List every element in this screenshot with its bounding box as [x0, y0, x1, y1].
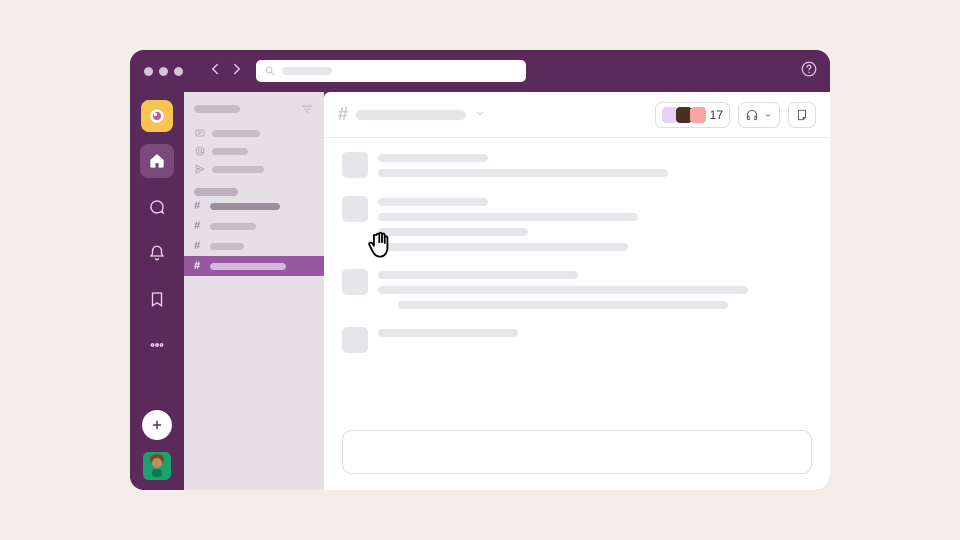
window-controls[interactable]	[142, 67, 192, 76]
back-button[interactable]	[206, 60, 224, 83]
message[interactable]	[342, 327, 812, 353]
headphones-icon	[745, 108, 759, 122]
channel-item-active[interactable]: #	[184, 256, 324, 276]
channel-name[interactable]	[356, 110, 466, 120]
message[interactable]	[342, 269, 812, 309]
message[interactable]	[342, 152, 812, 178]
search-input[interactable]	[256, 60, 526, 82]
chevron-down-icon	[763, 110, 773, 120]
filter-icon[interactable]	[300, 102, 314, 116]
search-placeholder-ghost	[282, 67, 332, 75]
history-nav	[206, 60, 246, 83]
rail-dms[interactable]	[140, 190, 174, 224]
compose-button[interactable]	[142, 410, 172, 440]
rail-later[interactable]	[140, 282, 174, 316]
sidebar-mentions[interactable]	[184, 142, 324, 160]
channel-item[interactable]: #	[184, 216, 324, 236]
avatar	[342, 269, 368, 295]
message-composer[interactable]	[342, 430, 812, 474]
user-avatar[interactable]	[143, 452, 171, 480]
sidebar-threads[interactable]	[184, 124, 324, 142]
workspace-name[interactable]	[184, 98, 324, 124]
help-button[interactable]	[800, 60, 818, 83]
channels-heading[interactable]	[184, 188, 324, 196]
channel-header: # 17	[324, 92, 830, 138]
chevron-down-icon[interactable]	[474, 106, 486, 124]
rail-more[interactable]	[140, 328, 174, 362]
avatar	[342, 152, 368, 178]
members-button[interactable]: 17	[655, 102, 730, 128]
channel-hash-icon: #	[338, 104, 348, 125]
app-window: # # # # # 17	[130, 50, 830, 490]
forward-button[interactable]	[228, 60, 246, 83]
composer-area	[324, 422, 830, 490]
rail-activity[interactable]	[140, 236, 174, 270]
channel-item[interactable]: #	[184, 196, 324, 216]
canvas-button[interactable]	[788, 102, 816, 128]
nav-rail	[130, 92, 184, 490]
member-avatar	[690, 107, 706, 123]
workspace-switcher[interactable]	[141, 100, 173, 132]
message[interactable]	[342, 196, 812, 251]
note-icon	[795, 108, 809, 122]
avatar	[342, 196, 368, 222]
main-pane: # 17	[324, 92, 830, 490]
titlebar	[130, 50, 830, 92]
channel-sidebar: # # # #	[184, 92, 324, 490]
sidebar-drafts[interactable]	[184, 160, 324, 178]
member-count: 17	[710, 108, 723, 122]
message-list[interactable]	[324, 138, 830, 422]
channel-item[interactable]: #	[184, 236, 324, 256]
avatar	[342, 327, 368, 353]
rail-home[interactable]	[140, 144, 174, 178]
search-icon	[264, 65, 276, 77]
huddle-button[interactable]	[738, 102, 780, 128]
